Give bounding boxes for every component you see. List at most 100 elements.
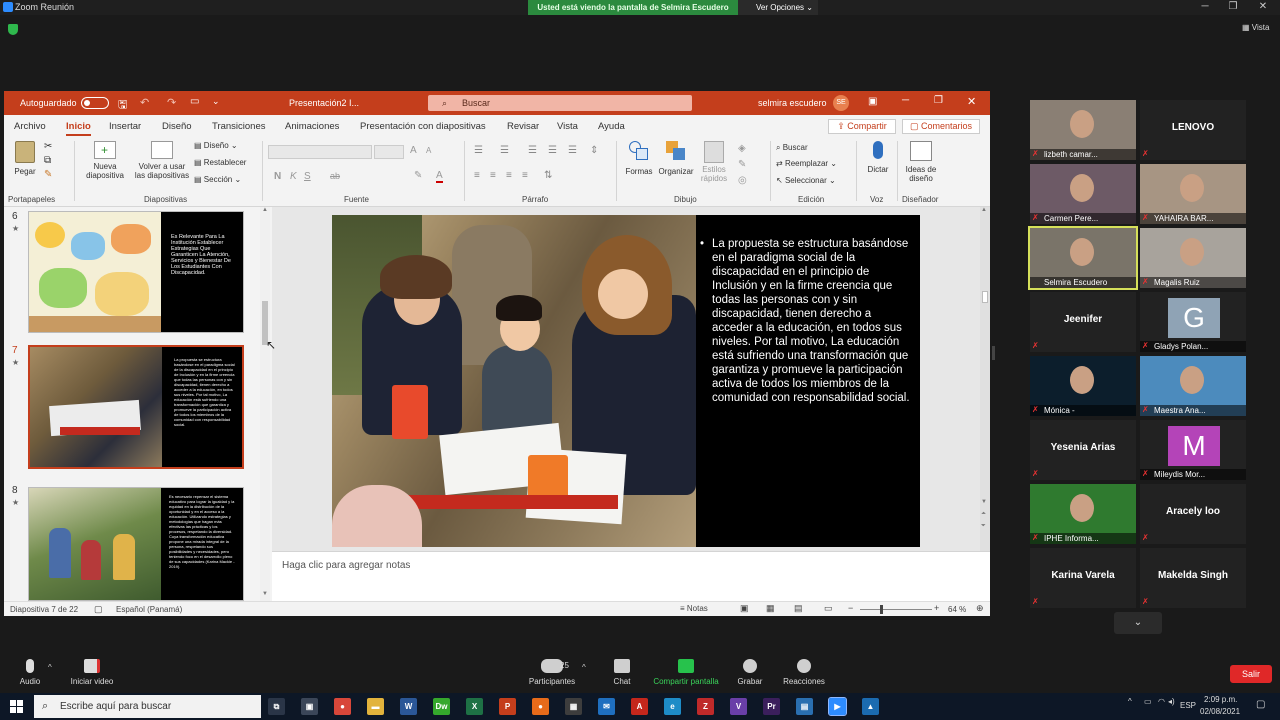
search-box[interactable]: ⌕ Buscar [428,95,692,111]
justify-icon[interactable]: ≡ [522,170,528,181]
store-icon[interactable]: ▣ [301,698,318,715]
normal-view-icon[interactable]: ▣ [740,603,749,614]
start-video-button[interactable]: Iniciar video [52,659,132,686]
quick-styles-button[interactable]: Estilos rápidos [696,141,732,183]
document-title[interactable]: Presentación2 I... [289,98,359,108]
avatar[interactable]: SE [833,95,849,111]
slideshow-icon[interactable]: ▭ [824,603,833,614]
current-slide[interactable]: • La propuesta se estructura basándose e… [332,215,920,547]
underline-icon[interactable]: S [304,171,311,182]
zoom-slider[interactable] [860,605,932,614]
wifi-icon[interactable]: ◠ [1158,697,1165,706]
close-icon[interactable]: ✕ [1250,0,1276,15]
doc-icon[interactable]: ▤ [796,698,813,715]
edge-icon[interactable]: e [664,698,681,715]
participant-tile[interactable]: YAHAIRA BAR... ✗ [1140,164,1246,224]
tab-ayuda[interactable]: Ayuda [598,121,625,132]
splitter-handle[interactable] [992,346,995,360]
participant-tile[interactable]: IPHE Informa... ✗ [1030,484,1136,544]
powerpoint-icon[interactable]: P [499,698,516,715]
autosave-toggle[interactable] [81,97,109,109]
design-ideas-button[interactable]: Ideas de diseño [900,141,942,183]
zoom-level[interactable]: 64 % [948,605,966,614]
minimize-icon[interactable]: ─ [1192,0,1218,15]
format-painter-icon[interactable]: ✎ [44,169,52,180]
reading-view-icon[interactable]: ▤ [794,603,803,614]
scroll-up-icon[interactable]: ▲ [262,207,268,213]
new-slide-button[interactable]: + Nueva diapositiva [78,141,132,180]
chrome-icon[interactable]: ● [334,698,351,715]
thumbnails-scrollbar[interactable]: ▲ ▼ [260,207,270,601]
cut-icon[interactable]: ✂ [44,141,52,152]
participant-tile[interactable]: Makelda Singh ✗ [1140,548,1246,608]
comments-button[interactable]: ▢ Comentarios [902,119,980,134]
language-indicator[interactable]: ESP [1180,701,1196,710]
battery-icon[interactable]: ▭ [1144,697,1152,706]
tab-vista[interactable]: Vista [557,121,578,132]
previous-slide-icon[interactable]: ⏶ [981,511,986,518]
premiere-icon[interactable]: Pr [763,698,780,715]
highlight-icon[interactable]: ✎ [414,170,422,181]
align-center-icon[interactable]: ≡ [490,170,496,181]
select-button[interactable]: ↖ Seleccionar ⌄ [776,176,836,185]
scroll-down-icon[interactable]: ▼ [262,591,268,597]
app-icon[interactable]: ▦ [565,698,582,715]
tab-diseno[interactable]: Diseño [162,121,192,132]
filezilla-icon[interactable]: Z [697,698,714,715]
participant-tile[interactable]: Yesenia Arias ✗ [1030,420,1136,480]
close-icon[interactable]: ✕ [967,95,976,108]
slide-sorter-icon[interactable]: ▦ [766,603,775,614]
line-spacing-icon[interactable]: ⇕ [590,145,598,156]
bullets-icon[interactable]: ☰ [474,145,483,156]
start-from-beginning-icon[interactable]: ▭ [190,96,199,107]
scroll-up-icon[interactable]: ▲ [981,207,987,213]
text-direction-icon[interactable]: ⇅ [544,170,552,181]
font-color-icon[interactable]: A [436,170,443,183]
increase-indent-icon[interactable]: ☰ [548,145,557,156]
tab-archivo[interactable]: Archivo [14,121,46,132]
undo-icon[interactable]: ↶ [140,96,149,109]
participant-tile[interactable]: G Gladys Polan... ✗ [1140,292,1246,352]
scrollbar-thumb[interactable] [982,291,988,303]
user-name[interactable]: selmira escudero [758,98,827,108]
shrink-font-icon[interactable]: A [426,146,431,155]
copy-icon[interactable]: ⧉ [44,155,51,166]
reuse-slides-button[interactable]: Volver a usar las diapositivas [132,141,192,180]
windows-start-icon[interactable] [10,700,24,714]
editor-scrollbar[interactable]: ▲ ▼ ⏶ ⏷ [980,207,990,551]
visual-studio-icon[interactable]: V [730,698,747,715]
dictate-button[interactable]: Dictar [862,141,894,174]
volume-icon[interactable]: ◂) [1168,697,1175,706]
participant-tile[interactable]: Jeenifer ✗ [1030,292,1136,352]
notes-toggle[interactable]: ≡ Notas [680,604,708,613]
participant-tile[interactable]: Mónica - ✗ [1030,356,1136,416]
tab-transiciones[interactable]: Transiciones [212,121,266,132]
font-family-select[interactable] [268,145,372,159]
find-button[interactable]: ⌕ Buscar [776,143,808,153]
scroll-down-icon[interactable]: ▼ [981,499,987,505]
align-left-icon[interactable]: ≡ [474,170,480,181]
replace-button[interactable]: ⇄ Reemplazar ⌄ [776,159,837,168]
participant-tile[interactable]: Selmira Escudero [1028,226,1138,290]
save-icon[interactable]: 🖫 [118,96,127,115]
tab-animaciones[interactable]: Animaciones [285,121,339,132]
view-options-button[interactable]: Ver Opciones ⌄ [738,0,818,15]
participant-tile[interactable]: M Mileydis Mor... ✗ [1140,420,1246,480]
view-button[interactable]: ▦ Vista [1242,23,1269,32]
slide-thumbnail-7[interactable]: La propuesta se estructura basándose en … [28,345,244,469]
participant-tile[interactable]: Aracely loo ✗ [1140,484,1246,544]
shape-outline-icon[interactable]: ✎ [738,159,746,170]
mail-icon[interactable]: ✉ [598,698,615,715]
decrease-indent-icon[interactable]: ☰ [528,145,537,156]
slide-thumbnail-8[interactable]: Es necesario repensar el sistema educati… [28,487,244,601]
accessibility-icon[interactable]: ▢ [94,604,103,615]
encryption-shield-icon[interactable] [8,24,18,35]
redo-icon[interactable]: ↷ [167,96,176,109]
fit-slide-icon[interactable]: ⊕ [976,603,984,614]
grow-font-icon[interactable]: A [410,145,417,156]
photos-icon[interactable]: ▲ [862,698,879,715]
shape-fill-icon[interactable]: ◈ [738,143,746,154]
zoom-out-icon[interactable]: − [848,603,853,613]
tab-presentacion[interactable]: Presentación con diapositivas [360,121,486,132]
gallery-next-page-button[interactable]: ⌄ [1114,612,1162,634]
